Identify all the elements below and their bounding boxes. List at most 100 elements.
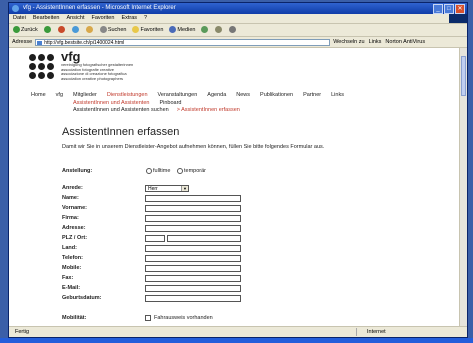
menu-bar: Datei Bearbeiten Ansicht Favoriten Extra… bbox=[9, 14, 467, 24]
security-zone: Internet bbox=[356, 328, 427, 336]
menu-datei[interactable]: Datei bbox=[13, 14, 26, 23]
search-icon bbox=[99, 26, 107, 34]
nav-mitglieder[interactable]: Mitglieder bbox=[73, 92, 97, 98]
back-button[interactable]: Zurück bbox=[13, 24, 38, 36]
title-bar: vfg - AssistentInnen erfassen - Microsof… bbox=[9, 3, 467, 14]
field-label-email: E-Mail: bbox=[62, 285, 81, 291]
mobilitaet-label: Mobilität: bbox=[62, 315, 87, 321]
search-button[interactable]: Suchen bbox=[99, 24, 126, 36]
radio-circle[interactable] bbox=[177, 168, 183, 174]
menu-extras[interactable]: Extras bbox=[121, 14, 137, 23]
status-text: Fertig bbox=[15, 329, 30, 335]
browser-window: vfg - AssistentInnen erfassen - Microsof… bbox=[8, 2, 468, 338]
maximize-button[interactable]: □ bbox=[444, 4, 454, 14]
print-icon bbox=[229, 26, 237, 34]
field-label-plz-ort: PLZ / Ort: bbox=[62, 235, 88, 241]
page-title: AssistentInnen erfassen bbox=[62, 126, 180, 138]
windows-flag-logo bbox=[449, 14, 467, 23]
logo-dots bbox=[29, 54, 54, 79]
nav-partner[interactable]: Partner bbox=[303, 92, 321, 98]
radio-temporaer[interactable]: temporär bbox=[177, 168, 206, 174]
scrollbar-thumb[interactable] bbox=[461, 56, 466, 96]
vertical-scrollbar[interactable] bbox=[459, 48, 467, 327]
nav-news[interactable]: News bbox=[236, 92, 250, 98]
close-button[interactable]: ✕ bbox=[455, 4, 465, 14]
address-url: http://vfg.bestsite.ch/pi1400024.html bbox=[44, 39, 125, 46]
page-content: vfg vereinigung fotografischer gestalter… bbox=[9, 48, 462, 327]
nav-veranstaltungen[interactable]: Veranstaltungen bbox=[158, 92, 198, 98]
anrede-label: Anrede: bbox=[62, 185, 83, 191]
media-button[interactable]: Medien bbox=[169, 24, 195, 36]
forward-button[interactable] bbox=[43, 24, 52, 36]
toolbar: Zurück Suchen Favoriten Medien bbox=[9, 24, 467, 37]
menu-help[interactable]: ? bbox=[144, 14, 147, 23]
history-icon bbox=[201, 26, 209, 34]
window-title: vfg - AssistentInnen erfassen - Microsof… bbox=[23, 5, 176, 11]
mobile-input[interactable] bbox=[145, 265, 241, 272]
land-input[interactable] bbox=[145, 245, 241, 252]
main-nav: Home vfg Mitglieder Dienstleistungen Ver… bbox=[31, 92, 344, 98]
fax-input[interactable] bbox=[145, 275, 241, 282]
field-label-adresse: Adresse: bbox=[62, 225, 86, 231]
nav-dienstleistungen[interactable]: Dienstleistungen bbox=[107, 92, 148, 98]
adresse-input[interactable] bbox=[145, 225, 241, 232]
sub-nav-pinboard[interactable]: Pinboard bbox=[159, 100, 181, 106]
print-button[interactable] bbox=[229, 24, 237, 36]
refresh-button[interactable] bbox=[71, 24, 80, 36]
plz-input[interactable] bbox=[145, 235, 165, 242]
geburtsdatum-input[interactable] bbox=[145, 295, 241, 302]
intro-text: Damit wir Sie in unserem Dienstleister-A… bbox=[62, 144, 325, 150]
link-assistenten-erfassen[interactable]: > AssistentInnen erfassen bbox=[177, 107, 240, 113]
menu-ansicht[interactable]: Ansicht bbox=[66, 14, 84, 23]
links-button[interactable]: Links bbox=[369, 37, 382, 47]
telefon-input[interactable] bbox=[145, 255, 241, 262]
history-button[interactable] bbox=[201, 24, 209, 36]
field-label-land: Land: bbox=[62, 245, 77, 251]
nav-home[interactable]: Home bbox=[31, 92, 46, 98]
nav-publikationen[interactable]: Publikationen bbox=[260, 92, 293, 98]
norton-button[interactable]: Norton AntiVirus bbox=[385, 37, 425, 47]
sub-nav-assistenten[interactable]: AssistentInnen und Assistenten bbox=[73, 100, 149, 106]
stop-icon bbox=[57, 26, 65, 34]
refresh-icon bbox=[71, 26, 79, 34]
forward-arrow-icon bbox=[43, 26, 51, 34]
vfg-logo bbox=[29, 54, 54, 79]
ort-input[interactable] bbox=[167, 235, 241, 242]
nav-agenda[interactable]: Agenda bbox=[207, 92, 226, 98]
firma-input[interactable] bbox=[145, 215, 241, 222]
radio-fulltime[interactable]: fulltime bbox=[146, 168, 170, 174]
email-input[interactable] bbox=[145, 285, 241, 292]
field-label-vorname: Vorname: bbox=[62, 205, 87, 211]
radio-circle[interactable] bbox=[146, 168, 152, 174]
media-icon bbox=[169, 26, 177, 34]
brand-block: vfg vereinigung fotografischer gestalter… bbox=[61, 50, 181, 81]
anrede-select[interactable]: Herr ▼ bbox=[145, 185, 189, 192]
checkbox-box[interactable] bbox=[145, 315, 151, 321]
anstellung-label: Anstellung: bbox=[62, 168, 93, 174]
stop-button[interactable] bbox=[57, 24, 66, 36]
field-label-name: Name: bbox=[62, 195, 79, 201]
link-assistenten-suchen[interactable]: AssistentInnen und Assistenten suchen bbox=[73, 107, 169, 113]
home-button[interactable] bbox=[85, 24, 94, 36]
page-icon bbox=[37, 40, 43, 45]
go-button[interactable]: Wechseln zu bbox=[333, 37, 364, 47]
back-arrow-icon bbox=[13, 26, 20, 34]
fahrausweis-checkbox[interactable]: Fahrausweis vorhanden bbox=[145, 315, 213, 321]
vorname-input[interactable] bbox=[145, 205, 241, 212]
address-input[interactable]: http://vfg.bestsite.ch/pi1400024.html bbox=[35, 38, 331, 46]
name-input[interactable] bbox=[145, 195, 241, 202]
minimize-button[interactable]: _ bbox=[433, 4, 443, 14]
sub-nav: AssistentInnen und Assistenten Pinboard bbox=[73, 100, 181, 106]
menu-bearbeiten[interactable]: Bearbeiten bbox=[33, 14, 60, 23]
home-icon bbox=[85, 26, 93, 34]
menu-favoriten[interactable]: Favoriten bbox=[92, 14, 115, 23]
mail-button[interactable] bbox=[215, 24, 223, 36]
nav-links[interactable]: Links bbox=[331, 92, 344, 98]
ie-icon bbox=[12, 5, 19, 12]
tagline-4: association creative photographers bbox=[61, 75, 124, 81]
favorites-button[interactable]: Favoriten bbox=[132, 24, 163, 36]
nav-vfg[interactable]: vfg bbox=[56, 92, 63, 98]
status-bar: Fertig Internet bbox=[9, 326, 467, 337]
chevron-down-icon[interactable]: ▼ bbox=[181, 186, 188, 191]
mail-icon bbox=[215, 26, 223, 34]
